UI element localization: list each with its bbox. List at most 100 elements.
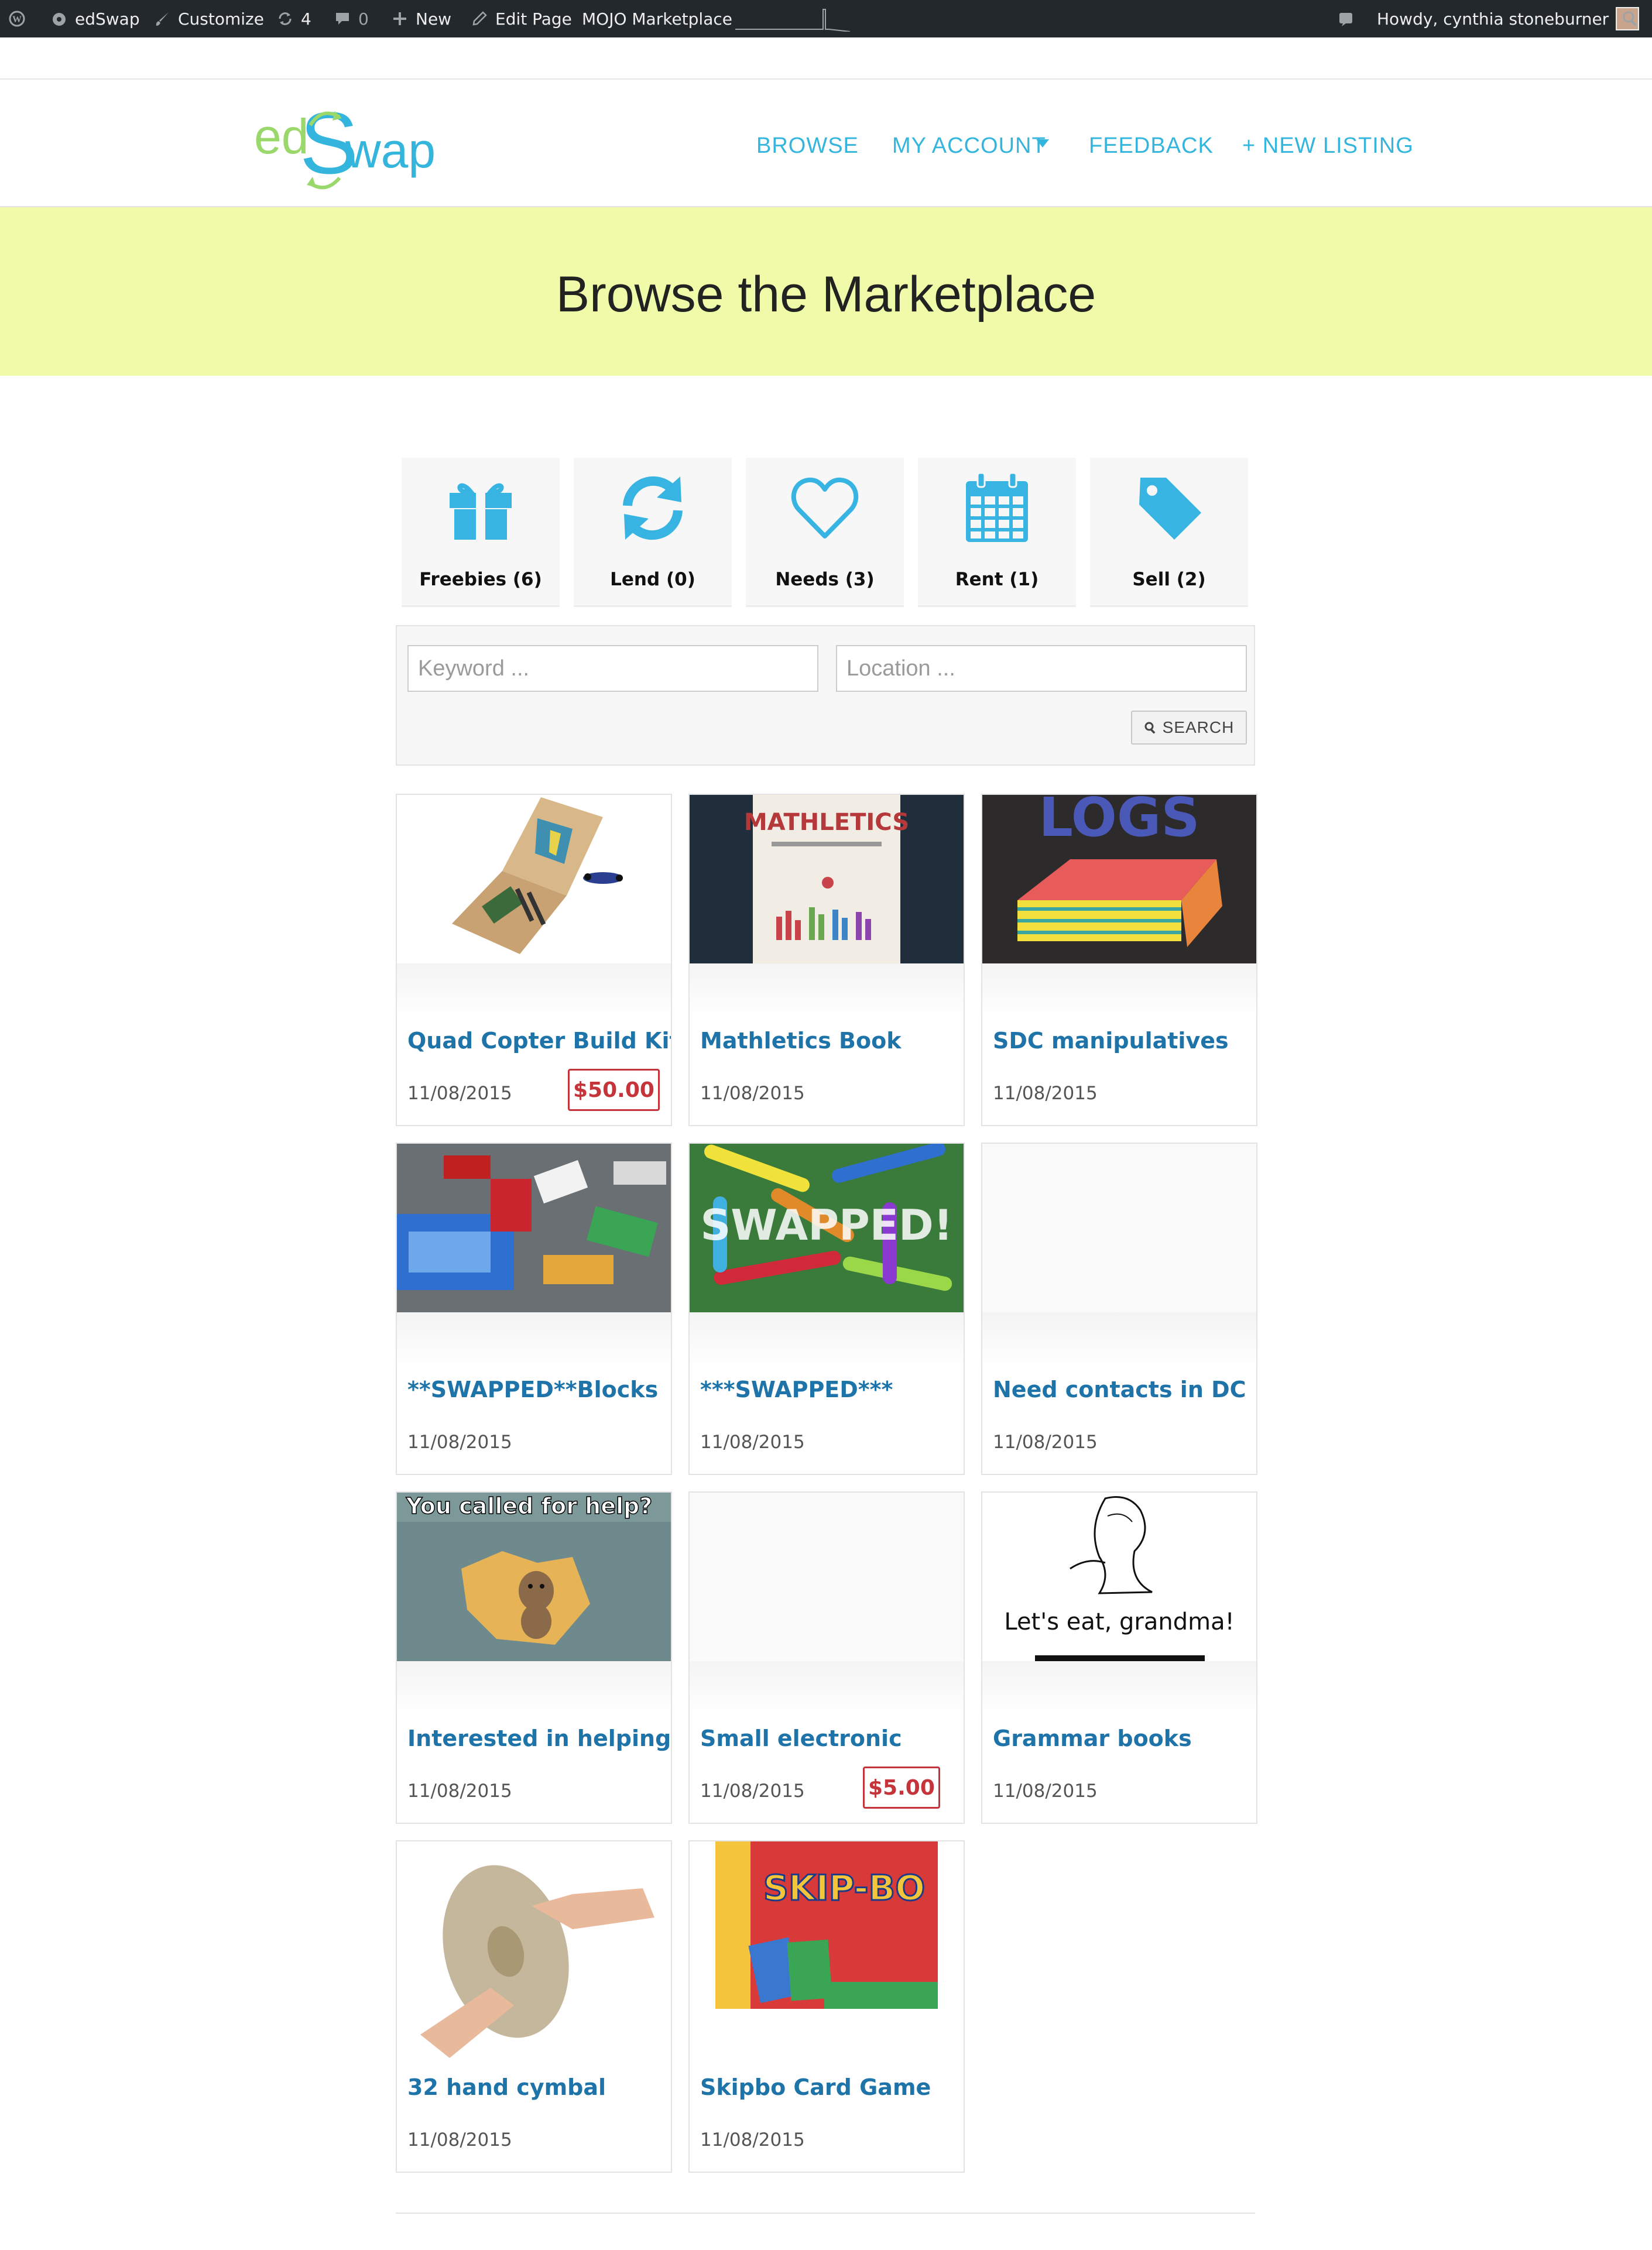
marketplace-link[interactable]: MOJO Marketplace [582,0,732,37]
listing-date: 11/08/2015 [700,2129,805,2150]
listing-title[interactable]: **SWAPPED**Blocks [407,1377,658,1402]
nav-browse[interactable]: BROWSE [756,133,859,159]
nav-my-account[interactable]: MY ACCOUNT [892,133,1046,159]
image-fade [690,1661,964,1717]
caret-down-icon[interactable] [1035,138,1050,149]
comments-count: 0 [358,9,369,29]
listing-card[interactable]: Quad Copter Build Kit 11/08/2015 $50.00 [396,794,672,1126]
listing-image[interactable]: SKIP-BO [690,1841,964,2066]
site-name: edSwap [75,9,140,29]
site-name-link[interactable]: edSwap [50,0,140,37]
search-button-label: SEARCH [1162,718,1235,736]
account-link[interactable]: Howdy, cynthia stoneburner [1377,0,1640,37]
image-fade [690,963,964,1020]
nav-new-listing[interactable]: + NEW LISTING [1242,133,1414,159]
svg-text:W: W [12,15,22,25]
tag-icon [1139,478,1201,540]
listing-card[interactable]: SKIP-BO Skipbo Card Game 11/08/2015 [688,1840,965,2173]
greeting: Howdy, cynthia stoneburner [1377,9,1609,29]
new-content-link[interactable]: New [391,0,451,37]
listing-date: 11/08/2015 [407,2129,512,2150]
swapped-overlay-text: SWAPPED! [700,1201,952,1250]
listing-date: 11/08/2015 [993,1432,1098,1453]
listing-title[interactable]: Small electronic [700,1726,902,1751]
listing-image[interactable] [397,1144,671,1312]
listing-image[interactable]: LOGS [982,795,1256,963]
listing-title[interactable]: Skipbo Card Game [700,2074,931,2100]
listing-card[interactable]: 32 hand cymbal 11/08/2015 [396,1840,672,2173]
marketplace-label: MOJO Marketplace [582,9,732,29]
pencil-icon [472,11,487,26]
listing-card[interactable]: **SWAPPED**Blocks 11/08/2015 [396,1143,672,1475]
listing-card[interactable]: Small electronic 11/08/2015 $5.00 [688,1491,965,1824]
search-form: SEARCH [396,625,1255,766]
comments-link[interactable]: 0 [334,0,369,37]
listing-date: 11/08/2015 [993,1083,1098,1104]
listing-title[interactable]: Grammar books [993,1726,1192,1751]
updates-icon [279,12,292,25]
updates-count: 4 [301,9,311,29]
admin-search-button[interactable] [1622,0,1639,37]
listing-card[interactable]: SWAPPED! ***SWAPPED*** 11/08/2015 [688,1143,965,1475]
listing-image-placeholder[interactable] [982,1144,1256,1312]
gift-icon [450,483,512,540]
listing-card[interactable]: You called for help? Interested in helpi… [396,1491,672,1824]
nav-feedback[interactable]: FEEDBACK [1089,133,1214,159]
listing-title[interactable]: SDC manipulatives [993,1028,1229,1054]
activity-sparkline [735,0,850,37]
section-divider [396,2213,1255,2214]
listing-date: 11/08/2015 [993,1781,1098,1802]
listing-title[interactable]: Mathletics Book [700,1028,901,1054]
category-lend[interactable]: Lend (0) [574,458,732,607]
listing-card[interactable]: MATHLETICS Mathletics Book 11/08/2015 [688,794,965,1126]
listing-title[interactable]: 32 hand cymbal [407,2074,606,2100]
listing-title[interactable]: Need contacts in DC [993,1377,1246,1402]
header-divider [0,78,1652,80]
brush-icon [156,12,169,26]
category-needs[interactable]: Needs (3) [746,458,904,607]
listing-card[interactable]: Let's eat, grandma! Grammar books 11/08/… [981,1491,1257,1824]
listing-date: 11/08/2015 [700,1083,805,1104]
edit-page-link[interactable]: Edit Page [471,0,572,37]
listing-title[interactable]: ***SWAPPED*** [700,1377,893,1402]
category-rent[interactable]: Rent (1) [918,458,1076,607]
meme-caption-text: Let's eat, grandma! [1004,1608,1234,1635]
search-button[interactable]: SEARCH [1131,711,1247,745]
search-icon [1623,11,1637,26]
image-fade [982,963,1256,1020]
listing-title[interactable]: Quad Copter Build Kit [407,1028,671,1054]
location-input[interactable] [836,645,1247,692]
image-fade [397,1661,671,1717]
tub-label-text: LOGS [1039,795,1199,849]
listing-image[interactable]: SWAPPED! [690,1144,964,1312]
page-title: Browse the Marketplace [556,266,1096,323]
listing-image-placeholder[interactable] [690,1493,964,1661]
page-hero: Browse the Marketplace [0,207,1652,376]
site-logo[interactable]: ed S wap [252,94,451,201]
listing-image[interactable] [397,1841,671,2066]
customize-link[interactable]: Customize [153,0,264,37]
listing-image[interactable]: MATHLETICS [690,795,964,963]
listing-title[interactable]: Interested in helping [407,1726,671,1751]
notification-icon [1339,13,1352,26]
notifications-link[interactable] [1337,0,1355,37]
category-label: Freebies (6) [419,569,542,590]
listing-image[interactable]: Let's eat, grandma! [982,1493,1256,1661]
keyword-input[interactable] [407,645,818,692]
listing-card[interactable]: LOGS SDC manipulatives 11/08/2015 [981,794,1257,1126]
admin-bar: W edSwap Customize 4 0 New Edit Page MOJ… [0,0,1652,37]
wordpress-logo-icon[interactable]: W [8,0,26,37]
search-icon [1144,722,1156,734]
listing-image[interactable]: You called for help? [397,1493,671,1661]
comment-icon [336,13,349,25]
category-sell[interactable]: Sell (2) [1090,458,1248,607]
category-label: Lend (0) [610,569,695,590]
edit-page-label: Edit Page [495,9,572,29]
listing-date: 11/08/2015 [700,1432,805,1453]
listing-image[interactable] [397,795,671,963]
updates-link[interactable]: 4 [276,0,311,37]
image-fade [397,963,671,1020]
listing-card[interactable]: Need contacts in DC 11/08/2015 [981,1143,1257,1475]
calendar-icon [966,472,1028,542]
category-freebies[interactable]: Freebies (6) [402,458,560,607]
